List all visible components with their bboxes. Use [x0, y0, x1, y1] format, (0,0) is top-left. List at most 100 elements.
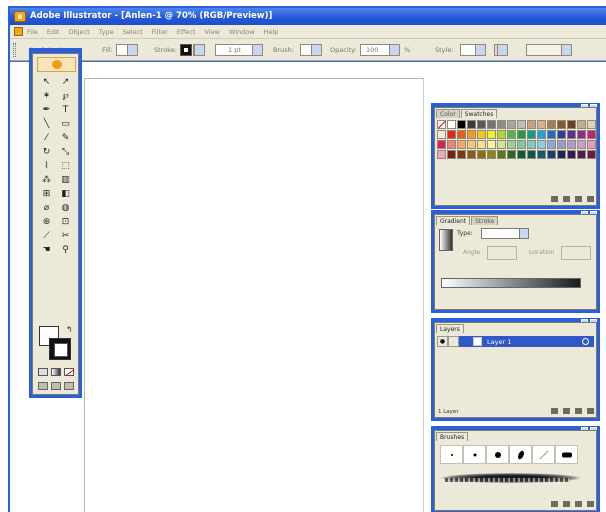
illustrator-logo-icon[interactable]: [37, 57, 76, 72]
swatch[interactable]: [467, 120, 476, 129]
swatch[interactable]: [447, 150, 456, 159]
new-swatch-icon[interactable]: [575, 195, 582, 202]
tab-stroke[interactable]: Stroke: [471, 216, 499, 225]
lock-toggle[interactable]: [448, 336, 459, 347]
swatch[interactable]: [557, 130, 566, 139]
swatch[interactable]: [557, 150, 566, 159]
scale-icon[interactable]: ⤡: [57, 146, 74, 159]
swatch[interactable]: [497, 130, 506, 139]
calligraphic-brush-1[interactable]: [440, 445, 463, 464]
swatch[interactable]: [477, 140, 486, 149]
illustrator-app-icon[interactable]: [14, 11, 26, 22]
calligraphic-brush-2[interactable]: [463, 445, 486, 464]
swatch[interactable]: [537, 140, 546, 149]
symbol-sprayer-icon[interactable]: ⁂: [38, 174, 55, 187]
swatch[interactable]: [457, 140, 466, 149]
fill-dropdown[interactable]: [116, 44, 138, 56]
swatch[interactable]: [507, 140, 516, 149]
artboard[interactable]: [84, 78, 424, 512]
rotate-icon[interactable]: ↻: [38, 146, 55, 159]
swatch[interactable]: [577, 150, 586, 159]
tab-swatches[interactable]: Swatches: [460, 109, 498, 118]
swatch[interactable]: [527, 150, 536, 159]
gradient-icon[interactable]: ◧: [57, 188, 74, 201]
eyedropper-icon[interactable]: ⌀: [38, 202, 55, 215]
free-transform-icon[interactable]: ⬚: [57, 160, 74, 173]
stroke-dropdown[interactable]: [193, 44, 205, 56]
layer-name[interactable]: Layer 1: [487, 338, 511, 346]
swatch[interactable]: [487, 140, 496, 149]
rectangle-icon[interactable]: ▭: [57, 118, 74, 131]
document-icon[interactable]: [14, 27, 23, 36]
gradient-location-field[interactable]: [561, 246, 591, 260]
swatch[interactable]: [437, 150, 446, 159]
swatch[interactable]: [547, 150, 556, 159]
new-layer-icon[interactable]: [575, 407, 582, 414]
stroke-color-box[interactable]: [49, 338, 71, 360]
swatch[interactable]: [447, 120, 456, 129]
lasso-icon[interactable]: ℘: [57, 90, 74, 103]
swatch[interactable]: [517, 120, 526, 129]
swatch[interactable]: [587, 120, 596, 129]
layer-row[interactable]: ● Layer 1: [437, 336, 594, 347]
direct-select-icon[interactable]: ↗: [57, 76, 74, 89]
line-icon[interactable]: ╲: [38, 118, 55, 131]
menu-effect[interactable]: Effect: [177, 28, 196, 36]
document-setup-button[interactable]: [494, 44, 508, 56]
swatch[interactable]: [527, 140, 536, 149]
swatch[interactable]: [457, 130, 466, 139]
swatch[interactable]: [587, 140, 596, 149]
live-paint-select-icon[interactable]: ⊡: [57, 216, 74, 229]
swatch[interactable]: [537, 130, 546, 139]
new-sublayer-icon[interactable]: [563, 407, 570, 414]
menu-select[interactable]: Select: [123, 28, 143, 36]
art-brush[interactable]: [555, 445, 578, 464]
tab-brushes[interactable]: Brushes: [436, 432, 469, 441]
menu-window[interactable]: Window: [229, 28, 255, 36]
swatch[interactable]: [517, 140, 526, 149]
swatch[interactable]: [577, 140, 586, 149]
swatch[interactable]: [497, 140, 506, 149]
full-screen-menu-mode-icon[interactable]: [51, 382, 61, 390]
swatch[interactable]: [527, 130, 536, 139]
mesh-icon[interactable]: ⊞: [38, 188, 55, 201]
swatch[interactable]: [517, 150, 526, 159]
zoom-icon[interactable]: ⚲: [57, 244, 74, 257]
menu-help[interactable]: Help: [264, 28, 279, 36]
swatch-none[interactable]: [437, 120, 446, 129]
gradient-type-dropdown[interactable]: [481, 228, 529, 239]
swatch[interactable]: [567, 120, 576, 129]
tab-layers[interactable]: Layers: [436, 324, 464, 333]
magic-wand-icon[interactable]: ✶: [38, 90, 55, 103]
delete-swatch-icon[interactable]: [587, 195, 594, 202]
swatch[interactable]: [497, 150, 506, 159]
new-brush-icon[interactable]: [575, 500, 582, 507]
slice-icon[interactable]: ⟋: [38, 230, 55, 243]
swatch[interactable]: [447, 140, 456, 149]
remove-brush-stroke-icon[interactable]: [563, 500, 570, 507]
swatch[interactable]: [497, 120, 506, 129]
paintbrush-icon[interactable]: ⁄: [38, 132, 55, 145]
make-clipping-mask-icon[interactable]: [551, 407, 558, 414]
swatch[interactable]: [537, 120, 546, 129]
swatch[interactable]: [507, 130, 516, 139]
calligraphic-brush-3[interactable]: [486, 445, 509, 464]
swatch-options-icon[interactable]: [563, 195, 570, 202]
swatch[interactable]: [587, 150, 596, 159]
swatch[interactable]: [517, 130, 526, 139]
pen-icon[interactable]: ✒: [38, 104, 55, 117]
hand-icon[interactable]: ☚: [38, 244, 55, 257]
swatch[interactable]: [467, 140, 476, 149]
swatch[interactable]: [477, 150, 486, 159]
tab-color[interactable]: Color: [436, 109, 460, 118]
target-icon[interactable]: [582, 338, 589, 345]
swatch[interactable]: [437, 140, 446, 149]
style-dropdown[interactable]: [460, 44, 486, 56]
swatch[interactable]: [457, 150, 466, 159]
gradient-angle-field[interactable]: [487, 246, 517, 260]
menu-filter[interactable]: Filter: [152, 28, 168, 36]
menu-type[interactable]: Type: [99, 28, 114, 36]
delete-brush-icon[interactable]: [587, 500, 594, 507]
warp-icon[interactable]: ⌇: [38, 160, 55, 173]
swatch[interactable]: [477, 130, 486, 139]
